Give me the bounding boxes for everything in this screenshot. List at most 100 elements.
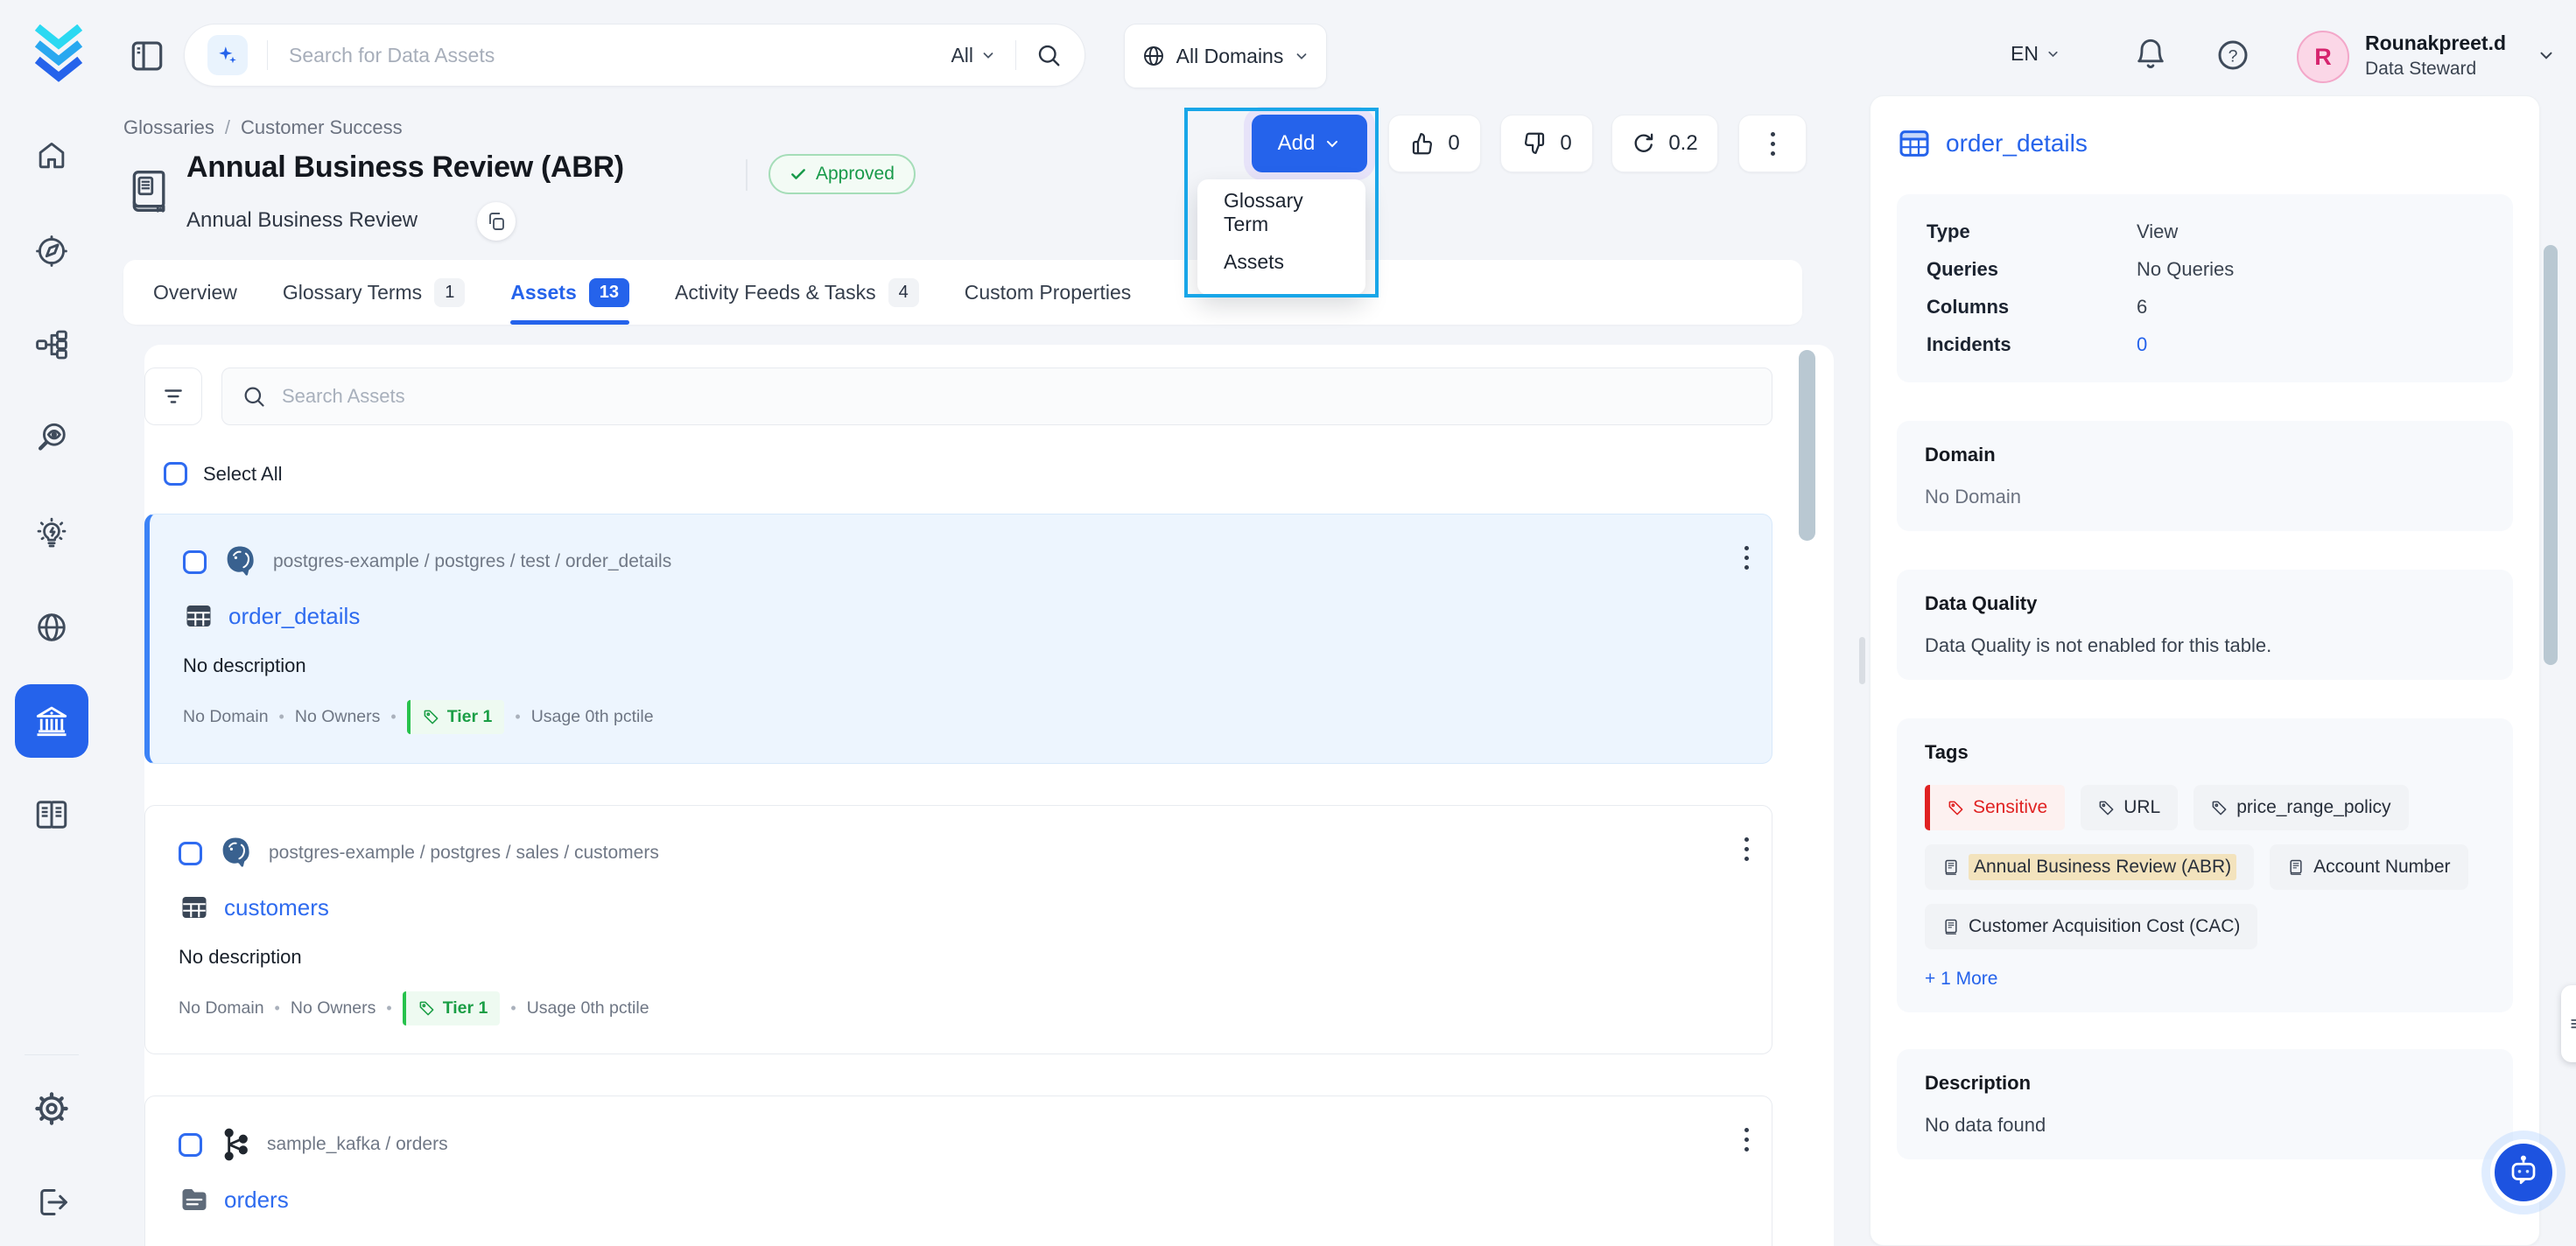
global-search-input[interactable] [287, 43, 951, 68]
data-quality-value: Data Quality is not enabled for this tab… [1925, 634, 2485, 657]
tab-glossary-terms[interactable]: Glossary Terms 1 [283, 260, 465, 325]
search-scope-dropdown[interactable]: All [951, 44, 996, 67]
card-kebab-icon[interactable] [1744, 837, 1749, 861]
card-kebab-icon[interactable] [1744, 1128, 1749, 1152]
breadcrumb-glossaries[interactable]: Glossaries [123, 116, 214, 139]
term-tag-cac[interactable]: Customer Acquisition Cost (CAC) [1925, 904, 2257, 949]
search-icon[interactable] [1035, 42, 1062, 68]
select-all-label: Select All [203, 463, 283, 486]
card-kebab-icon[interactable] [1744, 546, 1749, 570]
asset-name-link[interactable]: customers [224, 894, 329, 921]
asset-search-input[interactable] [280, 384, 1752, 409]
kebab-icon [1771, 132, 1775, 156]
chatbot-button[interactable] [2490, 1139, 2557, 1206]
book-icon [1942, 858, 1960, 876]
edge-peek-button[interactable] [2561, 985, 2576, 1062]
tab-custom-properties[interactable]: Custom Properties [965, 260, 1131, 325]
columns-label: Columns [1927, 296, 2137, 318]
ai-sparkle-icon[interactable] [207, 35, 248, 75]
tab-label: Glossary Terms [283, 281, 422, 304]
downvote-count: 0 [1560, 131, 1571, 156]
user-menu-chevron-icon[interactable] [2537, 46, 2556, 65]
user-avatar[interactable]: R [2297, 31, 2349, 83]
language-label: EN [2011, 42, 2039, 66]
lineage-icon[interactable] [0, 324, 103, 366]
select-all-row: Select All [164, 462, 283, 486]
panel-scrollbar[interactable] [2544, 245, 2558, 665]
upvote-button[interactable]: 0 [1388, 115, 1481, 172]
notifications-bell-icon[interactable] [2133, 37, 2168, 72]
status-badge-label: Approved [816, 164, 895, 185]
breadcrumb-current[interactable]: Customer Success [241, 116, 403, 139]
domains-dropdown[interactable]: All Domains [1124, 24, 1327, 88]
asset-name-link[interactable]: orders [224, 1186, 289, 1214]
logout-icon[interactable] [0, 1181, 103, 1223]
copy-icon[interactable] [477, 202, 516, 241]
compass-icon[interactable] [0, 230, 103, 272]
asset-search[interactable] [221, 368, 1772, 425]
asset-checkbox[interactable] [179, 1133, 202, 1157]
discovery-eye-icon[interactable] [0, 417, 103, 459]
globe-icon [1141, 44, 1166, 68]
description-value: No data found [1925, 1114, 2485, 1137]
refresh-score-button[interactable]: 0.2 [1611, 115, 1718, 172]
tab-overview[interactable]: Overview [153, 260, 237, 325]
description-heading: Description [1925, 1072, 2485, 1095]
language-selector[interactable]: EN [2011, 42, 2060, 66]
queries-label: Queries [1927, 258, 2137, 281]
type-value: View [2137, 220, 2483, 243]
asset-name-link[interactable]: order_details [228, 603, 360, 630]
more-actions-button[interactable] [1738, 115, 1807, 172]
asset-card-orders[interactable]: sample_kafka / orders orders [144, 1096, 1772, 1246]
asset-card-order-details[interactable]: postgres-example / postgres / test / ord… [144, 514, 1772, 764]
glossary-book-icon[interactable] [0, 794, 103, 836]
asset-card-customers[interactable]: postgres-example / postgres / sales / cu… [144, 805, 1772, 1054]
add-button[interactable]: Add [1252, 115, 1367, 172]
rating-value: 0.2 [1668, 131, 1697, 156]
help-icon[interactable]: ? [2215, 37, 2251, 74]
thumbs-down-icon [1521, 130, 1548, 157]
tag-sensitive[interactable]: Sensitive [1925, 785, 2065, 830]
tag-icon [2098, 800, 2115, 816]
tags-more-link[interactable]: + 1 More [1925, 969, 2485, 990]
panel-toggle-icon[interactable] [128, 37, 166, 75]
tab-assets[interactable]: Assets 13 [510, 260, 629, 325]
filter-button[interactable] [144, 368, 202, 425]
tag-icon [2211, 800, 2228, 816]
type-label: Type [1927, 220, 2137, 243]
downvote-button[interactable]: 0 [1500, 115, 1593, 172]
menu-item-glossary-term[interactable]: Glossary Term [1197, 188, 1365, 237]
panel-title-link[interactable]: order_details [1946, 130, 2088, 158]
settings-gear-icon[interactable] [0, 1088, 103, 1130]
tier-tag[interactable]: Tier 1 [407, 700, 505, 734]
queries-value: No Queries [2137, 258, 2483, 281]
term-tag-account-number[interactable]: Account Number [2270, 844, 2467, 890]
chevron-down-icon [1294, 48, 1309, 64]
asset-domain: No Domain [183, 707, 269, 727]
sidebar-item-governance-active[interactable] [15, 684, 88, 758]
tag-price-range-policy[interactable]: price_range_policy [2193, 785, 2408, 830]
asset-checkbox[interactable] [179, 842, 202, 865]
tab-activity-feeds[interactable]: Activity Feeds & Tasks 4 [675, 260, 919, 325]
tags-card: Tags Sensitive URL price_range_policy An… [1897, 718, 2513, 1012]
home-icon[interactable] [0, 135, 103, 177]
globe-icon[interactable] [0, 606, 103, 648]
asset-checkbox[interactable] [183, 550, 207, 574]
asset-list-scrollbar[interactable] [1799, 350, 1815, 541]
book-icon [2287, 858, 2305, 876]
status-badge[interactable]: Approved [769, 154, 916, 194]
select-all-checkbox[interactable] [164, 462, 187, 486]
atlan-logo[interactable] [30, 24, 88, 82]
overview-card: Type View Queries No Queries Columns 6 I… [1897, 194, 2513, 382]
tier-tag[interactable]: Tier 1 [403, 991, 501, 1026]
insights-bulb-icon[interactable] [0, 513, 103, 555]
domain-card: Domain No Domain [1897, 421, 2513, 531]
content-scrollbar[interactable] [1859, 637, 1865, 684]
incidents-value-link[interactable]: 0 [2137, 333, 2483, 356]
postgres-icon [218, 836, 253, 871]
menu-item-assets[interactable]: Assets [1197, 237, 1365, 286]
tag-url[interactable]: URL [2081, 785, 2178, 830]
term-tag-abr[interactable]: Annual Business Review (ABR) [1925, 844, 2254, 890]
global-search[interactable]: All [184, 24, 1085, 87]
chevron-down-icon [2046, 46, 2060, 61]
